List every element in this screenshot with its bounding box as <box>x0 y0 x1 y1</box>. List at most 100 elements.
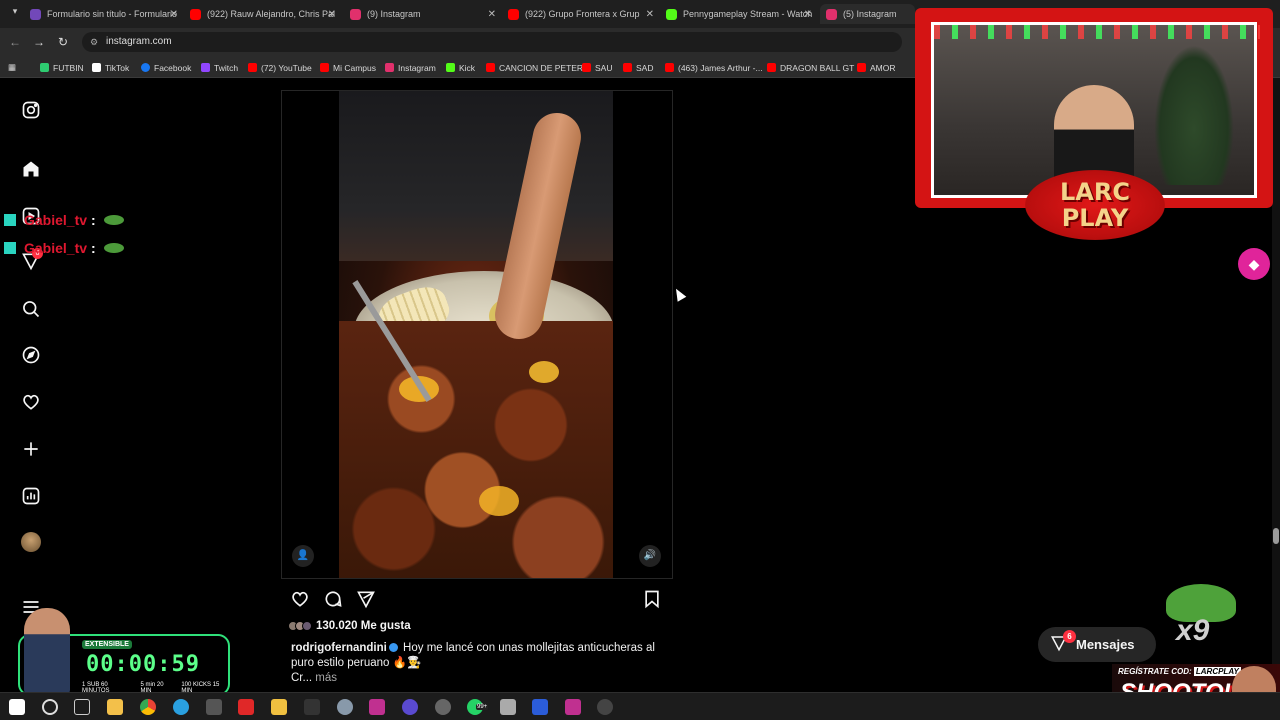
chat-username: Gabiel_tv <box>24 212 88 228</box>
reel-video[interactable] <box>339 91 613 578</box>
apps-icon[interactable]: ▦ <box>8 61 16 74</box>
tab-formulario[interactable]: Formulario sin título - Formulario ✕ <box>30 4 180 24</box>
task-view-icon[interactable] <box>74 699 90 715</box>
close-icon[interactable]: ✕ <box>170 9 178 20</box>
windows-start-icon[interactable] <box>9 699 25 715</box>
messages-button[interactable]: 6 Mensajes <box>1038 627 1156 662</box>
bookmark-label: Facebook <box>154 62 192 73</box>
chat-separator: : <box>91 240 96 256</box>
bookmark-sau[interactable]: SAU <box>582 61 612 74</box>
tab-title: (922) Grupo Frontera x Grup <box>525 9 640 19</box>
obs-icon[interactable] <box>597 699 613 715</box>
instagram-logo-icon[interactable] <box>20 99 42 121</box>
whatsapp-icon[interactable]: 99+ <box>467 699 489 715</box>
larc-play-logo: LARC PLAY <box>1025 170 1165 240</box>
streamer-avatar <box>24 608 70 694</box>
back-icon[interactable]: ← <box>6 33 24 51</box>
search-icon[interactable] <box>42 699 58 715</box>
dashboard-icon[interactable] <box>20 485 42 507</box>
edge-icon[interactable] <box>173 699 189 715</box>
post-username[interactable]: rodrigofernandini <box>291 642 387 654</box>
comment-icon[interactable] <box>323 589 345 611</box>
bookmark-mi-campus[interactable]: Mi Campus <box>320 61 376 74</box>
app-icon[interactable] <box>435 699 451 715</box>
bookmark-futbin[interactable]: FUTBIN <box>40 61 84 74</box>
address-text: instagram.com <box>106 36 172 47</box>
explore-icon[interactable] <box>20 344 42 366</box>
bookmark-label: DRAGON BALL GT <box>780 62 855 73</box>
bookmark-dragon-ball[interactable]: DRAGON BALL GT <box>767 61 854 74</box>
bookmark-tiktok[interactable]: TikTok <box>92 61 129 74</box>
bookmark-twitch[interactable]: Twitch <box>201 61 238 74</box>
close-icon[interactable]: ✕ <box>804 9 812 20</box>
discord-icon[interactable] <box>402 699 418 715</box>
tab-instagram-5[interactable]: (5) Instagram <box>820 4 915 24</box>
verified-badge-icon <box>388 643 398 653</box>
file-explorer-icon[interactable] <box>107 699 123 715</box>
app-icon[interactable] <box>369 699 385 715</box>
capcut-icon[interactable] <box>304 699 320 715</box>
mouse-cursor <box>671 286 687 302</box>
bookmark-facebook[interactable]: Facebook <box>141 61 191 74</box>
bookmark-sad[interactable]: SAD <box>623 61 653 74</box>
tagged-user-icon[interactable]: 👤 <box>292 545 314 567</box>
scroll-thumb[interactable] <box>1273 528 1279 544</box>
app-icon[interactable] <box>206 699 222 715</box>
bookmark-label: Instagram <box>398 62 436 73</box>
pepe-emote-icon <box>103 215 124 225</box>
windows-taskbar: 99+ <box>0 692 1280 720</box>
bookmark-kick[interactable]: Kick <box>446 61 475 74</box>
share-icon[interactable] <box>356 589 378 611</box>
instagram-icon <box>350 8 361 20</box>
tab-youtube-rauw[interactable]: (922) Rauw Alejandro, Chris Pal ✕ <box>190 4 338 24</box>
site-info-icon[interactable]: ⚙ <box>90 32 98 52</box>
app-icon[interactable] <box>238 699 254 715</box>
address-bar[interactable]: ⚙ instagram.com <box>82 32 902 52</box>
tab-title: Pennygameplay Stream - Watch <box>683 9 813 19</box>
folder-icon[interactable] <box>271 699 287 715</box>
timer-label: EXTENSIBLE <box>82 640 132 649</box>
tab-title: (9) Instagram <box>367 9 421 19</box>
youtube-icon <box>767 63 776 72</box>
save-bookmark-icon[interactable] <box>642 589 664 611</box>
bookmark-instagram[interactable]: Instagram <box>385 61 436 74</box>
bookmark-cancion[interactable]: CANCION DE PETER <box>486 61 583 74</box>
tab-kick-penny[interactable]: Pennygameplay Stream - Watch ✕ <box>666 4 814 24</box>
chat-separator: : <box>91 212 96 228</box>
logo-line-2: PLAY <box>1061 204 1129 232</box>
calculator-icon[interactable] <box>500 699 516 715</box>
forward-icon[interactable]: → <box>30 33 48 51</box>
facebook-icon <box>141 63 150 72</box>
side-widget-icon[interactable]: ◆ <box>1238 248 1270 280</box>
sound-icon[interactable]: 🔊 <box>639 545 661 567</box>
logo-line-1: LARC <box>1060 178 1130 206</box>
bookmark-youtube[interactable]: (72) YouTube <box>248 61 312 74</box>
word-icon[interactable] <box>532 699 548 715</box>
bookmark-label: (72) YouTube <box>261 62 312 73</box>
app-icon[interactable] <box>337 699 353 715</box>
search-icon[interactable] <box>20 298 42 320</box>
like-heart-icon[interactable] <box>290 589 312 611</box>
tab-youtube-grupo[interactable]: (922) Grupo Frontera x Grup ✕ <box>508 4 656 24</box>
likes-count[interactable]: 130.020 Me gusta <box>288 620 411 632</box>
profile-avatar[interactable] <box>20 531 42 553</box>
tab-search-icon[interactable]: ▾ <box>8 6 22 20</box>
more-link[interactable]: más <box>315 672 337 684</box>
youtube-icon <box>320 63 329 72</box>
reload-icon[interactable]: ↻ <box>54 33 72 51</box>
pepe-emote-icon <box>103 243 124 253</box>
close-icon[interactable]: ✕ <box>646 9 654 20</box>
close-icon[interactable]: ✕ <box>328 9 336 20</box>
notifications-icon[interactable] <box>20 391 42 413</box>
tab-instagram-9[interactable]: (9) Instagram ✕ <box>350 4 498 24</box>
page-scrollbar[interactable] <box>1272 78 1280 692</box>
chrome-icon[interactable] <box>140 699 156 715</box>
home-icon[interactable] <box>20 158 42 180</box>
bookmark-amor[interactable]: AMOR <box>857 61 896 74</box>
create-icon[interactable] <box>20 438 42 460</box>
close-icon[interactable]: ✕ <box>488 9 496 20</box>
app-icon[interactable] <box>565 699 581 715</box>
post-caption: rodrigofernandini Hoy me lancé con unas … <box>291 641 671 686</box>
bookmark-james-arthur[interactable]: (463) James Arthur -... <box>665 61 763 74</box>
promo-code-label: REGÍSTRATE COD: <box>1118 667 1192 676</box>
